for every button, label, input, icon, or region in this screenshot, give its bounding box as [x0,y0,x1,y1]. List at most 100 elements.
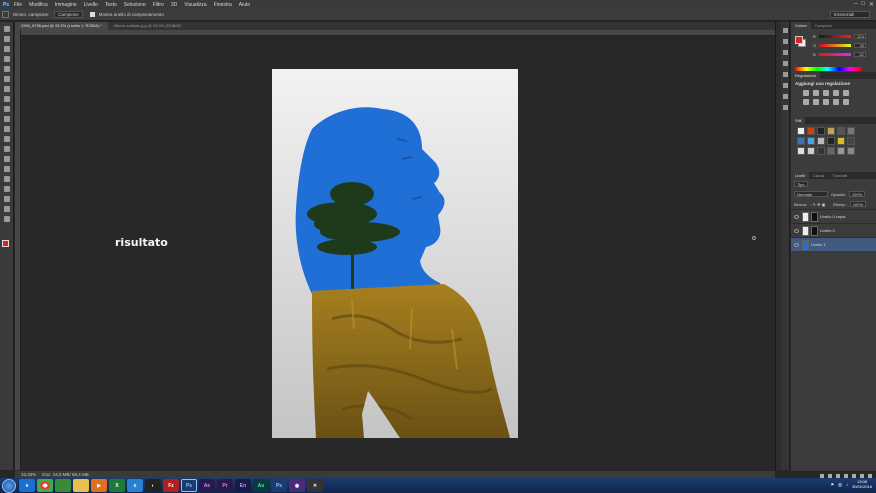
workspace-select[interactable]: Essenziali [830,11,870,18]
premiere-icon[interactable]: Pr [217,479,233,492]
stamp-tool-icon[interactable] [3,106,10,112]
dodge-tool-icon[interactable] [3,156,10,162]
app-green-icon[interactable] [55,479,71,492]
style-swatch[interactable] [797,147,805,155]
photoshop-taskbar-icon[interactable]: Ps [181,479,197,492]
style-swatch[interactable] [807,147,815,155]
cc-icon[interactable]: ◐ [145,479,161,492]
menu-3d[interactable]: 3D [171,2,177,8]
media-player-icon[interactable]: ▶ [91,479,107,492]
network-icon[interactable]: ▥ [838,482,842,487]
document-image[interactable] [272,69,518,438]
style-swatch[interactable] [827,147,835,155]
tab-canali[interactable]: Canali [809,172,828,179]
text-tool-icon[interactable] [3,176,10,182]
style-swatch[interactable] [847,127,855,135]
color-balance-icon[interactable] [813,99,819,105]
healing-tool-icon[interactable] [3,86,10,92]
doc-tab-active[interactable]: 2950_8756.psd @ 33,3% (Livello 1, RGB/8)… [15,22,108,30]
photoshop2-icon[interactable]: Ps [271,479,287,492]
close-icon[interactable]: ✕ [869,1,874,8]
tab-stili[interactable]: Stili [791,117,806,124]
excel-icon[interactable]: X [109,479,125,492]
eye-icon[interactable] [794,242,799,247]
clock[interactable]: 13:08 30/01/2016 [852,479,872,489]
style-swatch[interactable] [847,147,855,155]
browser-icon[interactable]: e [127,479,143,492]
after-effects-icon[interactable]: Ae [199,479,215,492]
encore-icon[interactable]: En [235,479,251,492]
menu-livello[interactable]: Livello [84,2,98,8]
menu-visualizza[interactable]: Visualizza [184,2,206,8]
fill-input[interactable]: 100% [849,201,867,207]
crop-tool-icon[interactable] [3,66,10,72]
menu-aiuto[interactable]: Aiuto [239,2,250,8]
eye-icon[interactable] [794,214,799,219]
zoom-level[interactable]: 33,33% [21,472,36,477]
move-tool-icon[interactable] [3,26,10,32]
audition-icon[interactable]: Au [253,479,269,492]
hand-tool-icon[interactable] [3,206,10,212]
gradient-tool-icon[interactable] [3,136,10,142]
style-swatch[interactable] [827,137,835,145]
show-ring-checkbox[interactable] [89,12,95,17]
photo-filter-icon[interactable] [833,99,839,105]
layer-item[interactable]: Livello 0 copia [791,209,876,223]
shape-tool-icon[interactable] [3,196,10,202]
brush-tool-icon[interactable] [3,96,10,102]
style-swatch[interactable] [837,127,845,135]
fg-color-swatch[interactable] [795,36,803,44]
style-swatch[interactable] [827,127,835,135]
blue-slider[interactable]: B 32 [813,52,866,57]
volume-icon[interactable]: ♪ [846,482,848,487]
pen-tool-icon[interactable] [3,166,10,172]
tab-colore[interactable]: Colore [791,22,811,29]
paragraph-panel-icon[interactable] [782,83,788,88]
exposure-icon[interactable] [833,90,839,96]
camtasia-icon[interactable]: ◉ [289,479,305,492]
style-swatch[interactable] [817,147,825,155]
opacity-input[interactable]: 100% [848,191,866,197]
curves-icon[interactable] [823,90,829,96]
maximize-icon[interactable]: □ [861,1,865,8]
menu-finestra[interactable]: Finestra [214,2,232,8]
menu-testo[interactable]: Testo [105,2,117,8]
doc-tab-albero[interactable]: Albero-solitario.jpg @ 33,3% (RGB/8)* [108,22,188,30]
style-swatch[interactable] [797,127,805,135]
eraser-tool-icon[interactable] [3,126,10,132]
layer-item[interactable]: Livello 0 [791,223,876,237]
flag-icon[interactable]: ⚑ [831,482,835,487]
quick-select-tool-icon[interactable] [3,56,10,62]
blue-bar[interactable] [818,53,851,56]
red-value[interactable]: 224 [853,34,866,39]
layer-mask-thumbnail[interactable] [811,225,818,236]
style-swatch[interactable] [837,147,845,155]
menu-selezione[interactable]: Selezione [124,2,146,8]
sample-size-select[interactable]: Campione [54,11,83,18]
tab-campioni[interactable]: Campioni [811,22,836,29]
brightness-icon[interactable] [803,90,809,96]
menu-file[interactable]: File [14,2,22,8]
blue-value[interactable]: 32 [853,52,866,57]
tab-livelli[interactable]: Livelli [791,172,810,179]
tab-regolazioni[interactable]: Regolazioni [791,72,820,79]
info-panel-icon[interactable] [782,94,788,99]
start-button[interactable] [2,478,16,493]
channel-mixer-icon[interactable] [843,99,849,105]
chrome-icon[interactable] [37,479,53,492]
style-swatch[interactable] [797,137,805,145]
menu-modifica[interactable]: Modifica [29,2,48,8]
history-panel-icon[interactable] [782,28,788,33]
hue-sat-icon[interactable] [803,99,809,105]
green-value[interactable]: 32 [854,43,867,48]
path-select-icon[interactable] [3,186,10,192]
red-slider[interactable]: R 224 [813,34,866,39]
filezilla-icon[interactable]: Fz [163,479,179,492]
menu-immagine[interactable]: Immagine [55,2,77,8]
clone-source-icon[interactable] [782,61,788,66]
bw-icon[interactable] [823,99,829,105]
blur-tool-icon[interactable] [3,146,10,152]
vibrance-icon[interactable] [843,90,849,96]
style-swatch[interactable] [817,137,825,145]
marquee-tool-icon[interactable] [3,36,10,42]
